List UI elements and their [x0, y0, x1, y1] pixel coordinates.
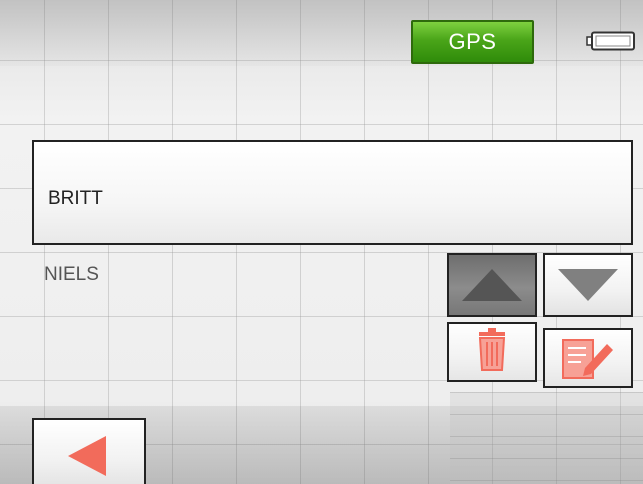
edit-button[interactable] — [543, 328, 633, 388]
move-down-button[interactable] — [543, 253, 633, 317]
back-arrow-icon — [68, 436, 106, 476]
back-button[interactable] — [32, 418, 146, 484]
list-item-selected[interactable]: BRITT — [32, 140, 633, 245]
list-item-label: NIELS — [44, 264, 99, 285]
screen: GPS BRITT NIELS — [0, 0, 643, 484]
list-item-label: BRITT — [48, 188, 103, 209]
edit-icon — [562, 339, 613, 379]
bottom-panel-shadow — [450, 392, 643, 484]
status-bar: GPS — [0, 0, 643, 66]
gps-status-button[interactable]: GPS — [411, 20, 534, 64]
arrow-down-icon — [558, 269, 618, 301]
arrow-up-icon — [462, 269, 522, 301]
delete-button[interactable] — [447, 322, 537, 382]
trash-icon — [478, 328, 506, 371]
list-item[interactable]: NIELS — [32, 252, 432, 302]
battery-icon — [586, 31, 635, 51]
move-up-button[interactable] — [447, 253, 537, 317]
